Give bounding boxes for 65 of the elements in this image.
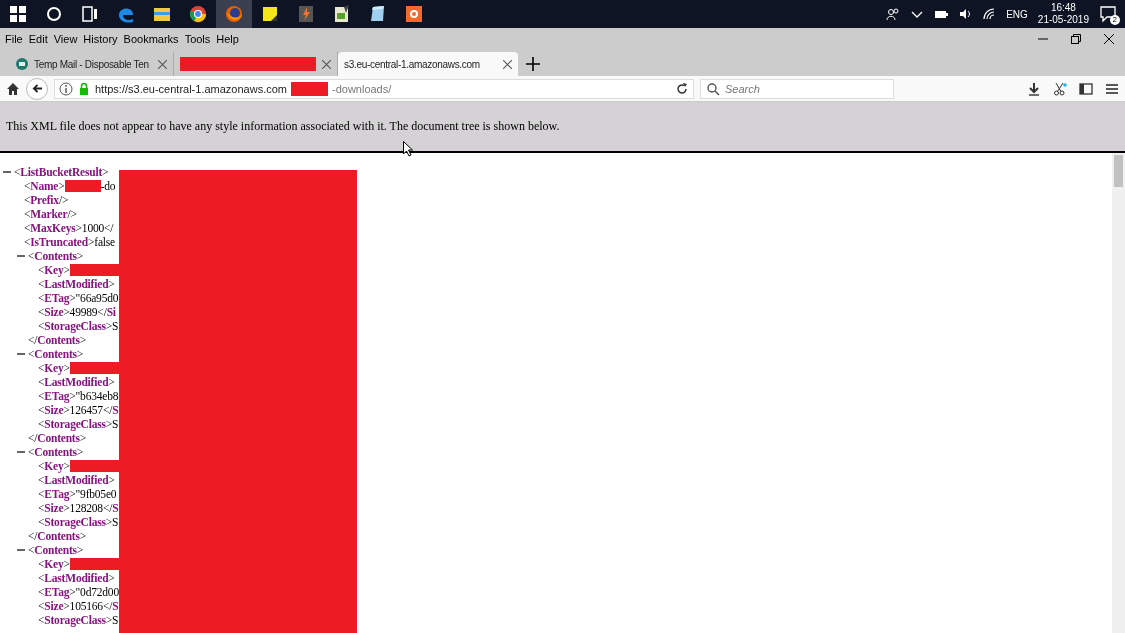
xml-value: 128208</S: [69, 501, 119, 515]
xml-tag: <LastModified>: [38, 473, 115, 487]
xml-tag: </Contents>: [28, 529, 87, 543]
xml-tag: <Key>: [38, 557, 70, 571]
xml-tag: <LastModified>: [38, 375, 115, 389]
xml-tag: </Contents>: [28, 333, 87, 347]
xml-value: -do: [100, 179, 116, 193]
xml-value: S: [112, 515, 119, 529]
xml-value: "0d72d00: [75, 585, 119, 599]
xml-tag: <Contents>: [28, 249, 84, 263]
clock-time[interactable]: 16:48: [1050, 2, 1076, 14]
xml-tag: <Name>: [24, 179, 65, 193]
xml-value: 105166</S: [69, 599, 119, 613]
xml-value: "b634eb8: [75, 389, 119, 403]
xml-tag: </Contents>: [28, 431, 87, 445]
xml-tag: <ETag>: [38, 291, 76, 305]
clock-date[interactable]: 21-05-2019: [1037, 14, 1089, 26]
url-text: https://s3.eu-central-1.amazonaws.com: [95, 82, 287, 95]
xml-tag: <Size>: [38, 305, 70, 319]
xml-value: S: [112, 613, 119, 627]
address-bar[interactable]: https://s3.eu-central-1.amazonaws.com -downloads/: [54, 78, 694, 99]
xml-tag: <ListBucketResult>: [14, 165, 109, 179]
xml-tag: <Size>: [38, 403, 70, 417]
xml-tag: <Key>: [38, 361, 70, 375]
xml-notice-text: This XML file does not appear to have any style information associated with it. The document tree is shown below.: [6, 119, 560, 134]
url-text: -downloads/: [332, 82, 392, 95]
xml-value: 1000</: [81, 221, 114, 235]
menu-item[interactable]: Bookmarks: [120, 33, 182, 45]
xml-value: false: [94, 235, 115, 249]
xml-tag: <LastModified>: [38, 277, 115, 291]
notification-count: 2: [1109, 15, 1120, 25]
xml-tag: <Size>: [38, 501, 70, 515]
xml-value: "9fb05e0: [75, 487, 117, 501]
xml-value: 49989</Si: [69, 305, 116, 319]
xml-tag: <IsTruncated>: [24, 235, 95, 249]
xml-tag: <Contents>: [28, 543, 84, 557]
xml-tag: <Contents>: [28, 347, 84, 361]
menu-item[interactable]: Help: [213, 33, 242, 45]
xml-tag: <ETag>: [38, 585, 76, 599]
menu-item[interactable]: View: [50, 33, 81, 45]
menu-item[interactable]: Tools: [181, 33, 214, 45]
xml-tag: <MaxKeys>: [24, 221, 82, 235]
xml-tag: <Marker/>: [24, 207, 77, 221]
xml-tag: <Size>: [38, 599, 70, 613]
menu-item[interactable]: File: [2, 33, 26, 45]
xml-tag: <StorageClass>: [38, 515, 113, 529]
xml-tag: <StorageClass>: [38, 613, 113, 627]
browser-tab[interactable]: s3.eu-central-1.amazonaws.com: [338, 52, 518, 76]
language-indicator[interactable]: ENG: [1006, 8, 1028, 20]
xml-tag: <StorageClass>: [38, 319, 113, 333]
xml-tag: <ETag>: [38, 487, 76, 501]
xml-tag: <Key>: [38, 459, 70, 473]
menu-item[interactable]: Edit: [25, 33, 51, 45]
search-field[interactable]: Search: [700, 78, 894, 99]
xml-tag: <Prefix/>: [24, 193, 69, 207]
xml-tag: <LastModified>: [38, 571, 115, 585]
xml-value: S: [112, 319, 119, 333]
xml-value: "66a95d0: [75, 291, 119, 305]
xml-tag: <StorageClass>: [38, 417, 113, 431]
menu-item[interactable]: History: [80, 33, 121, 45]
xml-tag: <ETag>: [38, 389, 76, 403]
xml-value: 126457</S: [69, 403, 119, 417]
xml-tag: <Key>: [38, 263, 70, 277]
xml-value: S: [112, 417, 119, 431]
xml-tag: <Contents>: [28, 445, 84, 459]
